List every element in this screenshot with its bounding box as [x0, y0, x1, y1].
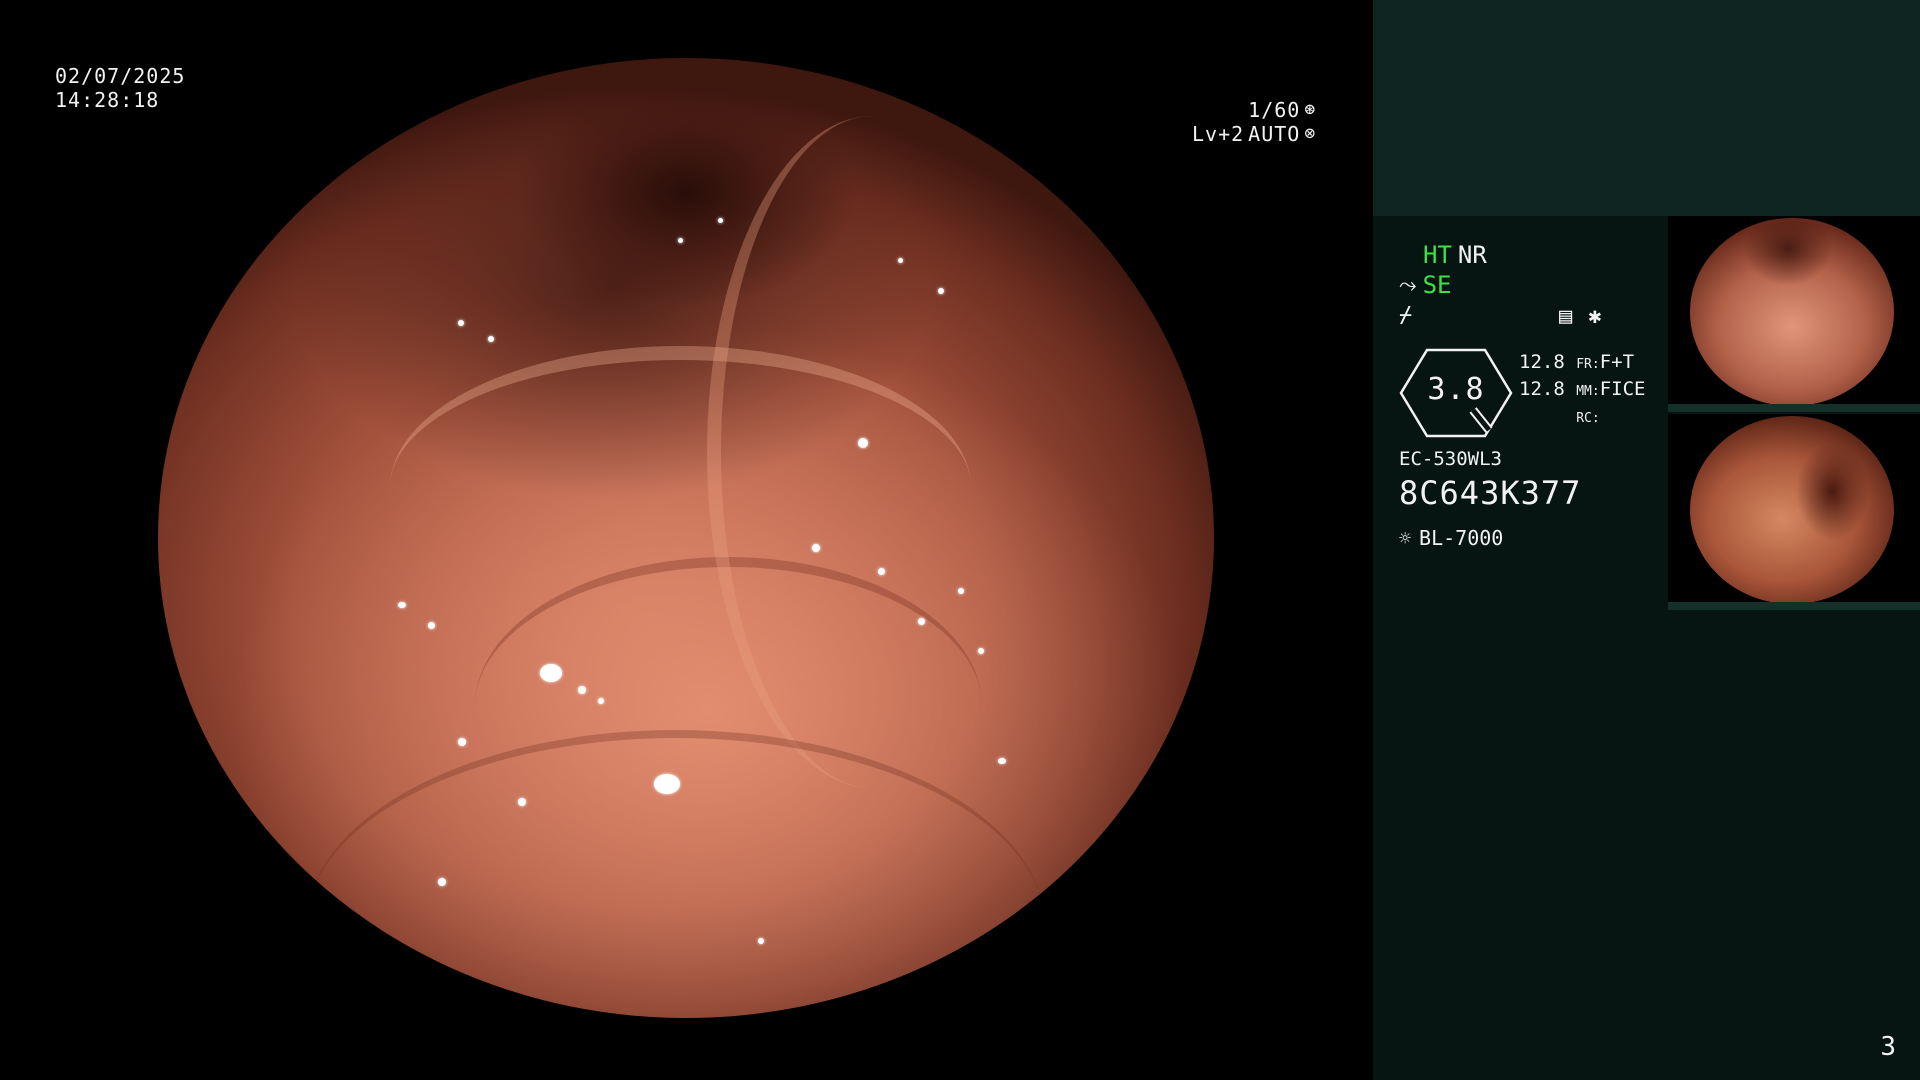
- light-reflection: [458, 320, 464, 326]
- thumbnail-bar: [1668, 404, 1920, 412]
- panel-header-area: [1373, 0, 1920, 216]
- mode-ht: HT: [1423, 241, 1452, 269]
- light-reflection: [718, 218, 723, 223]
- light-reflection: [458, 738, 466, 746]
- mm-label: MM:: [1576, 384, 1600, 399]
- iris-row: Lv+2 AUTO ⊗: [1192, 122, 1316, 146]
- light-reflection: [858, 438, 868, 448]
- record-icon: ▤: [1559, 304, 1573, 329]
- light-reflection: [898, 258, 903, 263]
- thumbnail-image: [1690, 218, 1894, 406]
- thumbnail-image: [1690, 416, 1894, 604]
- shutter-icon: ⊛: [1304, 99, 1317, 120]
- light-reflection: [578, 686, 586, 694]
- endoscope-video-area: 02/07/2025 14:28:18 1/60 ⊛ Lv+2 AUTO ⊗: [0, 0, 1372, 1080]
- light-reflection: [758, 938, 764, 944]
- timestamp: 02/07/2025 14:28:18: [55, 64, 185, 112]
- processor-params: 12.8 FR:F+T 12.8 MM:FICE 12.8 RC:: [1519, 350, 1645, 431]
- param-1-value: 12.8: [1519, 351, 1565, 373]
- light-reflection: [918, 618, 925, 625]
- param-row-3: 12.8 RC:: [1519, 404, 1645, 431]
- shutter-row: 1/60 ⊛: [1192, 98, 1316, 122]
- light-source: ☼ BL-7000: [1399, 526, 1503, 550]
- iris-mode-text: AUTO: [1248, 122, 1301, 146]
- light-reflection: [518, 798, 526, 806]
- iris-level-text: Lv+2: [1192, 122, 1245, 146]
- param-row-2: 12.8 MM:FICE: [1519, 377, 1645, 404]
- scope-tip-icon: ⤳: [1399, 272, 1417, 298]
- asterisk-icon: ✱: [1588, 304, 1602, 329]
- light-reflection: [654, 774, 680, 794]
- mm-value: FICE: [1599, 378, 1646, 400]
- light-reflection: [878, 568, 885, 575]
- date-text: 02/07/2025: [55, 64, 186, 88]
- light-reflection: [678, 238, 683, 243]
- param-row-1: 12.8 FR:F+T: [1519, 350, 1645, 377]
- captured-image-thumbnail[interactable]: [1668, 414, 1920, 610]
- lamp-icon: ☼: [1399, 526, 1412, 550]
- processor-info: HT NR ⤳ SE ⌿ ▤ ✱ 3.8 12.8 FR:F+T 12.8 MM…: [1399, 240, 1669, 550]
- light-reflection: [540, 664, 562, 682]
- zoom-value: 3.8: [1427, 372, 1485, 407]
- light-reflection: [812, 544, 820, 552]
- zoom-indicator: 3.8: [1399, 348, 1513, 438]
- mode-se: SE: [1422, 271, 1452, 299]
- mode-row-1: HT NR: [1399, 240, 1669, 270]
- light-reflection: [938, 288, 944, 294]
- light-reflection: [958, 588, 964, 594]
- light-reflection: [438, 878, 446, 886]
- rc-label: RC:: [1576, 411, 1600, 426]
- light-reflection: [428, 622, 435, 629]
- mode-row-2: ⤳ SE: [1399, 270, 1669, 300]
- light-reflection: [488, 336, 494, 342]
- endoscopic-image: [158, 58, 1214, 1018]
- light-reflection: [978, 648, 984, 654]
- scope-serial: 8C643K377: [1399, 474, 1582, 512]
- time-text: 14:28:18: [55, 88, 160, 112]
- mode-nr: NR: [1457, 241, 1487, 269]
- iris-icon: ⊗: [1304, 123, 1317, 144]
- status-icons: ▤ ✱: [1559, 304, 1602, 329]
- scope-model: EC-530WL3: [1399, 448, 1502, 470]
- structure-enhance-icon: ⌿: [1399, 302, 1413, 328]
- exposure-settings: 1/60 ⊛ Lv+2 AUTO ⊗: [1192, 98, 1316, 146]
- thumbnail-bar: [1668, 602, 1920, 610]
- light-reflection: [398, 602, 406, 608]
- param-2-value: 12.8: [1519, 378, 1565, 400]
- shutter-text: 1/60: [1248, 98, 1301, 122]
- light-reflection: [598, 698, 604, 704]
- info-side-panel: HT NR ⤳ SE ⌿ ▤ ✱ 3.8 12.8 FR:F+T 12.8 MM…: [1373, 0, 1920, 1080]
- mode-row-3: ⌿: [1399, 300, 1669, 330]
- capture-thumbnails: [1668, 216, 1920, 612]
- fr-label: FR:: [1576, 357, 1600, 372]
- page-number: 3: [1880, 1032, 1896, 1062]
- light-reflection: [998, 758, 1006, 764]
- light-source-text: BL-7000: [1419, 526, 1504, 550]
- mucosal-fold: [707, 115, 1038, 788]
- fr-value: F+T: [1599, 351, 1635, 373]
- captured-image-thumbnail[interactable]: [1668, 216, 1920, 412]
